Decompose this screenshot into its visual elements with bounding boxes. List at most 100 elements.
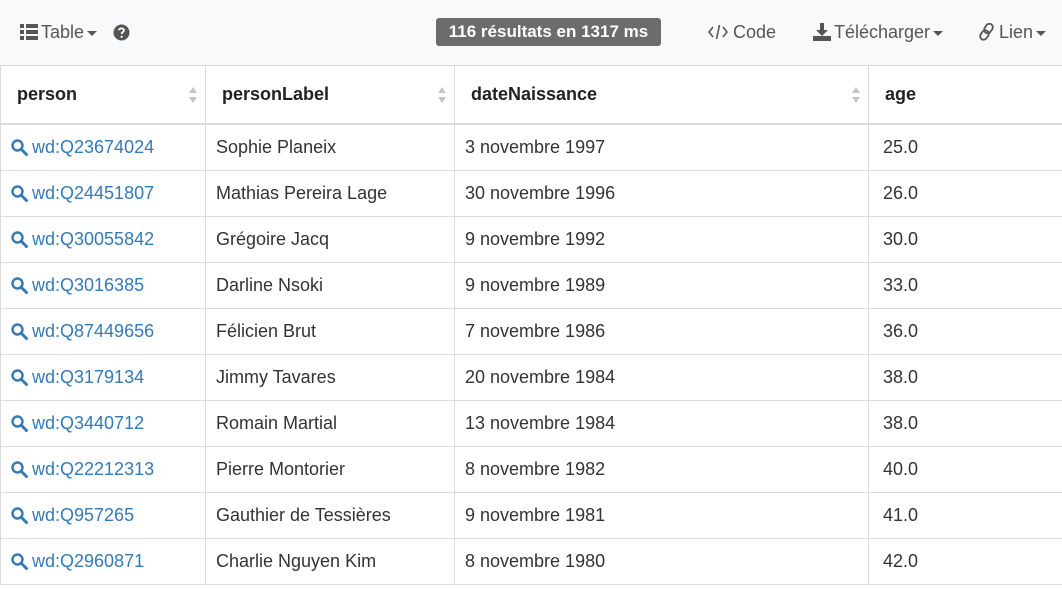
birth-date-cell: 8 novembre 1982 — [454, 446, 869, 493]
entity-link[interactable]: wd:Q957265 — [11, 505, 205, 526]
person-label-cell: Grégoire Jacq — [205, 216, 455, 263]
search-icon — [11, 277, 28, 294]
person-cell: wd:Q3179134 — [0, 354, 206, 401]
entity-link[interactable]: wd:Q24451807 — [11, 183, 205, 204]
person-cell: wd:Q3440712 — [0, 400, 206, 447]
download-icon — [813, 23, 831, 41]
chevron-down-icon — [1036, 31, 1047, 36]
search-icon — [11, 415, 28, 432]
age-cell: 38.0 — [868, 354, 1062, 401]
code-button[interactable]: Code — [708, 20, 776, 44]
column-header-age[interactable]: age — [868, 66, 1062, 125]
download-dropdown[interactable]: Télécharger — [813, 20, 944, 44]
birth-date-cell: 13 novembre 1984 — [454, 400, 869, 447]
table-row: wd:Q30055842 Grégoire Jacq 9 novembre 1992… — [0, 216, 1062, 263]
table-row: wd:Q3179134 Jimmy Tavares 20 novembre 1984… — [0, 354, 1062, 401]
table-icon — [20, 24, 38, 40]
person-label-cell: Darline Nsoki — [205, 262, 455, 309]
search-icon — [11, 553, 28, 570]
birth-date-cell: 9 novembre 1981 — [454, 492, 869, 539]
sort-icon — [852, 87, 860, 103]
person-label-cell: Félicien Brut — [205, 308, 455, 355]
entity-link[interactable]: wd:Q87449656 — [11, 321, 205, 342]
code-icon — [708, 24, 728, 40]
person-label-cell: Charlie Nguyen Kim — [205, 538, 455, 585]
search-icon — [11, 461, 28, 478]
entity-id: wd:Q30055842 — [32, 229, 155, 249]
person-label-cell: Mathias Pereira Lage — [205, 170, 455, 217]
age-cell: 36.0 — [868, 308, 1062, 355]
entity-id: wd:Q3440712 — [32, 413, 145, 433]
search-icon — [11, 507, 28, 524]
search-icon — [11, 185, 28, 202]
table-row: wd:Q2960871 Charlie Nguyen Kim 8 novembre … — [0, 538, 1062, 585]
results-table-container: person personLabel dateNaissance age wd:… — [0, 66, 1062, 590]
search-icon — [11, 369, 28, 386]
column-header-personlabel[interactable]: personLabel — [205, 66, 455, 125]
entity-link[interactable]: wd:Q3440712 — [11, 413, 205, 434]
search-icon — [11, 139, 28, 156]
column-header-label: personLabel — [222, 84, 330, 104]
person-cell: wd:Q2960871 — [0, 538, 206, 585]
age-cell: 26.0 — [868, 170, 1062, 217]
birth-date-cell: 30 novembre 1996 — [454, 170, 869, 217]
age-cell: 33.0 — [868, 262, 1062, 309]
sort-icon — [438, 87, 446, 103]
entity-id: wd:Q3016385 — [32, 275, 145, 295]
entity-id: wd:Q957265 — [32, 505, 135, 525]
entity-id: wd:Q24451807 — [32, 183, 155, 203]
entity-id: wd:Q3179134 — [32, 367, 145, 387]
entity-id: wd:Q22212313 — [32, 459, 155, 479]
age-cell: 42.0 — [868, 538, 1062, 585]
table-row: wd:Q3440712 Romain Martial 13 novembre 198… — [0, 400, 1062, 447]
results-table: person personLabel dateNaissance age wd:… — [0, 66, 1062, 585]
age-cell: 25.0 — [868, 124, 1062, 171]
table-row: wd:Q23674024 Sophie Planeix 3 novembre 199… — [0, 124, 1062, 171]
entity-link[interactable]: wd:Q2960871 — [11, 551, 205, 572]
person-cell: wd:Q30055842 — [0, 216, 206, 263]
table-header-row: person personLabel dateNaissance age — [0, 66, 1062, 125]
column-header-datenaissance[interactable]: dateNaissance — [454, 66, 869, 125]
person-label-cell: Jimmy Tavares — [205, 354, 455, 401]
person-cell: wd:Q22212313 — [0, 446, 206, 493]
entity-link[interactable]: wd:Q23674024 — [11, 137, 205, 158]
sort-icon — [189, 87, 197, 103]
chevron-down-icon — [87, 31, 98, 36]
chevron-down-icon — [933, 31, 944, 36]
entity-link[interactable]: wd:Q22212313 — [11, 459, 205, 480]
entity-id: wd:Q2960871 — [32, 551, 145, 571]
person-label-cell: Pierre Montorier — [205, 446, 455, 493]
birth-date-cell: 9 novembre 1989 — [454, 262, 869, 309]
entity-id: wd:Q23674024 — [32, 137, 155, 157]
table-row: wd:Q957265 Gauthier de Tessières 9 novembr… — [0, 492, 1062, 539]
question-circle-icon — [113, 24, 130, 40]
entity-link[interactable]: wd:Q30055842 — [11, 229, 205, 250]
entity-link[interactable]: wd:Q3179134 — [11, 367, 205, 388]
person-cell: wd:Q3016385 — [0, 262, 206, 309]
person-cell: wd:Q23674024 — [0, 124, 206, 171]
age-cell: 38.0 — [868, 400, 1062, 447]
search-icon — [11, 323, 28, 340]
table-view-label: Table — [41, 21, 85, 42]
table-view-dropdown[interactable]: Table — [20, 20, 98, 44]
link-icon — [979, 23, 994, 41]
link-dropdown[interactable]: Lien — [978, 20, 1047, 44]
table-row: wd:Q22212313 Pierre Montorier 8 novembre 1… — [0, 446, 1062, 493]
code-label: Code — [733, 21, 777, 42]
birth-date-cell: 3 novembre 1997 — [454, 124, 869, 171]
column-header-label: age — [885, 84, 917, 104]
table-row: wd:Q3016385 Darline Nsoki 9 novembre 1989 3… — [0, 262, 1062, 309]
person-cell: wd:Q24451807 — [0, 170, 206, 217]
column-header-person[interactable]: person — [0, 66, 206, 125]
download-label: Télécharger — [834, 21, 931, 42]
column-header-label: dateNaissance — [471, 84, 598, 104]
person-label-cell: Sophie Planeix — [205, 124, 455, 171]
link-label: Lien — [999, 21, 1034, 42]
age-cell: 40.0 — [868, 446, 1062, 493]
help-button[interactable] — [113, 20, 130, 44]
entity-link[interactable]: wd:Q3016385 — [11, 275, 205, 296]
person-label-cell: Romain Martial — [205, 400, 455, 447]
age-cell: 41.0 — [868, 492, 1062, 539]
results-count-badge: 116 résultats en 1317 ms — [436, 18, 661, 46]
birth-date-cell: 20 novembre 1984 — [454, 354, 869, 401]
